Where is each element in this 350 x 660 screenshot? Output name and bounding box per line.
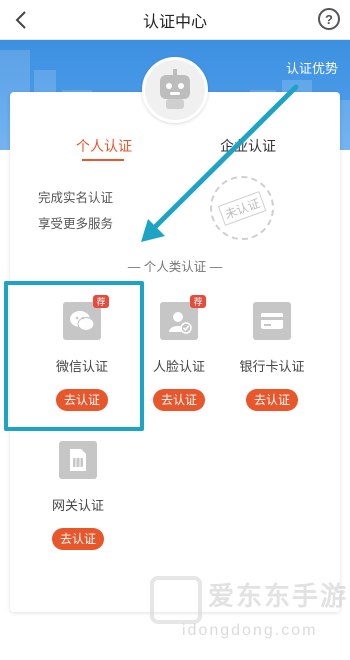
annotation-arrow [141,84,299,242]
watermark-logo [150,576,202,624]
watermark-text: 爱东东手游 [208,581,349,611]
watermark-url: idongdong.com [182,622,318,639]
